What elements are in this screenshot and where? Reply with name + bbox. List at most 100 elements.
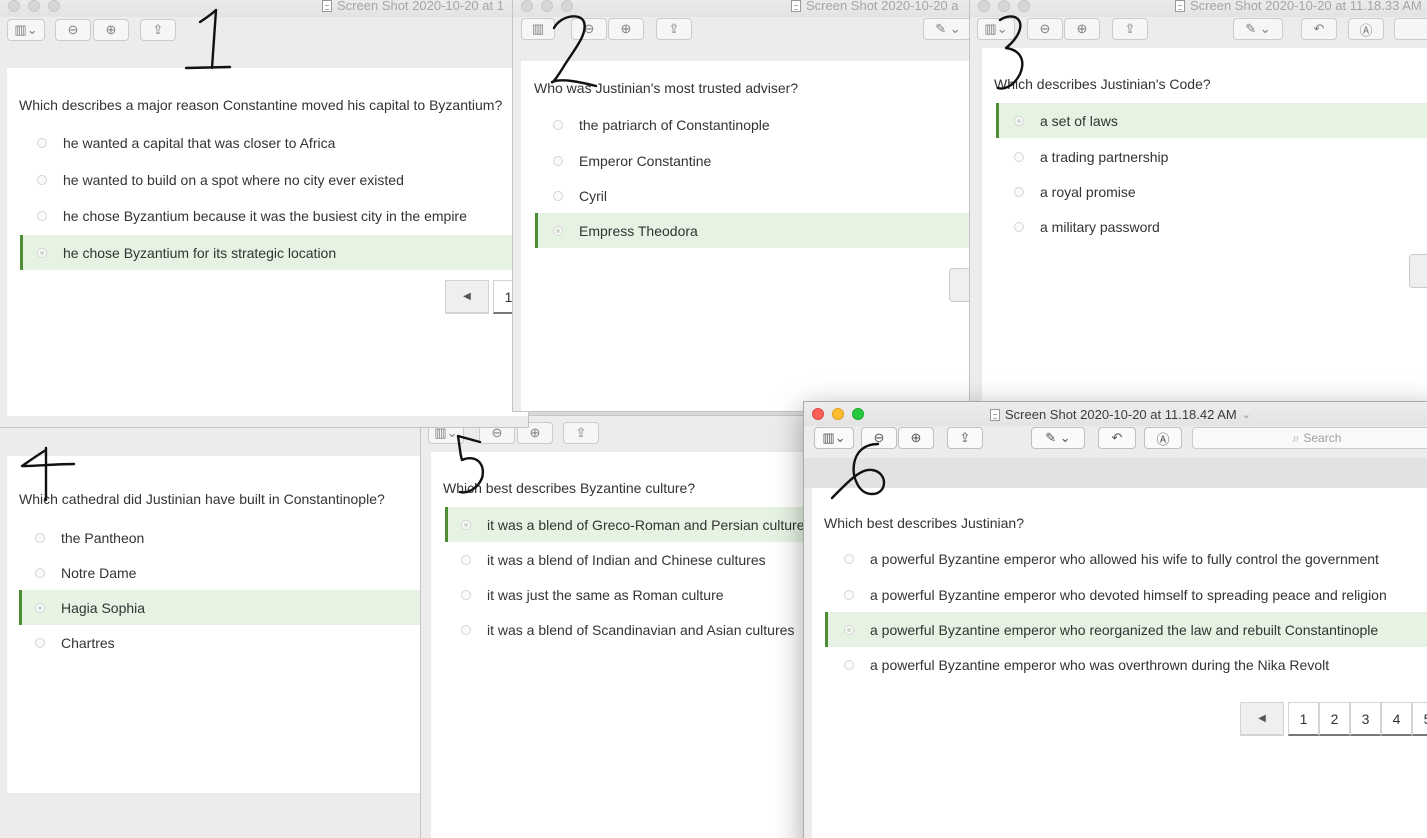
- radio-button[interactable]: [844, 553, 854, 564]
- zoom-button[interactable]: [561, 0, 573, 12]
- answer-option[interactable]: the Pantheon: [19, 520, 428, 555]
- markup-pen-icon[interactable]: ✎ ⌄: [923, 18, 969, 40]
- radio-button[interactable]: [461, 554, 471, 565]
- zoom-in-icon[interactable]: ⊕: [608, 18, 644, 40]
- radio-button[interactable]: [37, 247, 47, 258]
- search-field[interactable]: [1394, 18, 1427, 40]
- rotate-icon[interactable]: ↶: [1301, 18, 1337, 40]
- radio-button[interactable]: [553, 225, 563, 236]
- radio-button[interactable]: [35, 532, 45, 543]
- page-button-4[interactable]: 4: [1381, 702, 1412, 736]
- answer-option-selected[interactable]: Empress Theodora: [535, 213, 969, 248]
- answer-option[interactable]: a powerful Byzantine emperor who devoted…: [825, 577, 1427, 612]
- next-page-button[interactable]: [1409, 254, 1427, 288]
- answer-option[interactable]: he chose Byzantium because it was the bu…: [20, 198, 528, 233]
- sidebar-icon[interactable]: ▥: [521, 18, 555, 40]
- answer-option[interactable]: the patriarch of Constantinople: [535, 107, 969, 142]
- close-button[interactable]: [978, 0, 990, 12]
- radio-button[interactable]: [553, 190, 563, 201]
- page-button-2[interactable]: 2: [1319, 702, 1350, 736]
- zoom-out-icon[interactable]: ⊖: [1027, 18, 1063, 40]
- radio-button[interactable]: [35, 567, 45, 578]
- answer-option[interactable]: Chartres: [19, 625, 428, 660]
- search-field[interactable]: ⌕ Search: [1192, 427, 1427, 449]
- next-page-button[interactable]: [949, 268, 969, 302]
- page-button-1[interactable]: 1: [1288, 702, 1319, 736]
- answer-option[interactable]: a military password: [996, 209, 1427, 244]
- share-icon[interactable]: ⇪: [1112, 18, 1148, 40]
- answer-option[interactable]: a royal promise: [996, 174, 1427, 209]
- minimize-button[interactable]: [28, 0, 40, 12]
- share-icon[interactable]: ⇪: [140, 19, 176, 41]
- radio-button[interactable]: [844, 624, 854, 635]
- zoom-button[interactable]: [1018, 0, 1030, 12]
- answer-option[interactable]: a powerful Byzantine emperor who was ove…: [825, 647, 1427, 682]
- radio-button[interactable]: [553, 119, 563, 130]
- chevron-down-icon: ⌄: [1241, 409, 1251, 421]
- close-button[interactable]: [521, 0, 533, 12]
- radio-button[interactable]: [35, 602, 45, 613]
- answer-option[interactable]: it was a blend of Scandinavian and Asian…: [445, 612, 819, 647]
- previous-page-button[interactable]: ◀: [445, 280, 489, 314]
- zoom-out-icon[interactable]: ⊖: [571, 18, 607, 40]
- answer-option[interactable]: it was just the same as Roman culture: [445, 577, 819, 612]
- answer-option-selected[interactable]: a powerful Byzantine emperor who reorgan…: [825, 612, 1427, 647]
- zoom-out-icon[interactable]: ⊖: [55, 19, 91, 41]
- answer-option[interactable]: Notre Dame: [19, 555, 428, 590]
- radio-button[interactable]: [1014, 115, 1024, 126]
- annotate-icon[interactable]: Ⓐ: [1348, 18, 1384, 40]
- minimize-button[interactable]: [832, 408, 844, 420]
- answer-option-selected[interactable]: it was a blend of Greco-Roman and Persia…: [445, 507, 819, 542]
- sidebar-icon[interactable]: ▥⌄: [977, 18, 1015, 40]
- share-icon[interactable]: ⇪: [656, 18, 692, 40]
- radio-button[interactable]: [37, 137, 47, 148]
- answer-option[interactable]: a powerful Byzantine emperor who allowed…: [825, 541, 1427, 576]
- minimize-button[interactable]: [998, 0, 1010, 12]
- minimize-button[interactable]: [541, 0, 553, 12]
- page-button-3[interactable]: 3: [1350, 702, 1381, 736]
- sidebar-icon[interactable]: ▥⌄: [7, 19, 45, 41]
- zoom-button[interactable]: [852, 408, 864, 420]
- answer-option[interactable]: he wanted a capital that was closer to A…: [20, 125, 528, 160]
- answer-option-selected[interactable]: he chose Byzantium for its strategic loc…: [20, 235, 528, 270]
- window-title-text: Screen Shot 2020-10-20 at 11.18.42 AM: [1005, 407, 1237, 422]
- radio-button[interactable]: [461, 519, 471, 530]
- answer-option-selected[interactable]: a set of laws: [996, 103, 1427, 138]
- radio-button[interactable]: [1014, 151, 1024, 162]
- answer-option-selected[interactable]: Hagia Sophia: [19, 590, 428, 625]
- close-button[interactable]: [8, 0, 20, 12]
- close-button[interactable]: [812, 408, 824, 420]
- rotate-icon[interactable]: ↶: [1098, 427, 1136, 449]
- sidebar-icon[interactable]: ▥⌄: [814, 427, 854, 449]
- zoom-in-icon[interactable]: ⊕: [898, 427, 934, 449]
- radio-button[interactable]: [35, 637, 45, 648]
- radio-button[interactable]: [461, 624, 471, 635]
- share-icon[interactable]: ⇪: [947, 427, 983, 449]
- radio-button[interactable]: [37, 174, 47, 185]
- radio-button[interactable]: [1014, 186, 1024, 197]
- page-button-5[interactable]: 5: [1412, 702, 1427, 736]
- answer-option[interactable]: a trading partnership: [996, 139, 1427, 174]
- radio-button[interactable]: [844, 589, 854, 600]
- window-title: Screen Shot 2020-10-20 at 1: [322, 0, 504, 13]
- radio-button[interactable]: [461, 589, 471, 600]
- radio-button[interactable]: [1014, 221, 1024, 232]
- window-2: Screen Shot 2020-10-20 a ▥ ⊖ ⊕ ⇪ ✎ ⌄ Who…: [512, 0, 970, 412]
- answer-option[interactable]: Cyril: [535, 178, 969, 213]
- markup-pen-icon[interactable]: ✎ ⌄: [1233, 18, 1283, 40]
- share-icon[interactable]: ⇪: [563, 422, 599, 444]
- zoom-in-icon[interactable]: ⊕: [93, 19, 129, 41]
- radio-button[interactable]: [553, 155, 563, 166]
- markup-pen-icon[interactable]: ✎ ⌄: [1031, 427, 1085, 449]
- radio-button[interactable]: [844, 659, 854, 670]
- annotate-icon[interactable]: Ⓐ: [1144, 427, 1182, 449]
- window-title[interactable]: Screen Shot 2020-10-20 at 11.18.42 AM ⌄: [990, 407, 1251, 422]
- zoom-button[interactable]: [48, 0, 60, 12]
- answer-option[interactable]: he wanted to build on a spot where no ci…: [20, 162, 528, 197]
- radio-button[interactable]: [37, 210, 47, 221]
- zoom-out-icon[interactable]: ⊖: [861, 427, 897, 449]
- answer-option[interactable]: Emperor Constantine: [535, 143, 969, 178]
- zoom-in-icon[interactable]: ⊕: [1064, 18, 1100, 40]
- answer-option[interactable]: it was a blend of Indian and Chinese cul…: [445, 542, 819, 577]
- previous-page-button[interactable]: ◀: [1240, 702, 1284, 736]
